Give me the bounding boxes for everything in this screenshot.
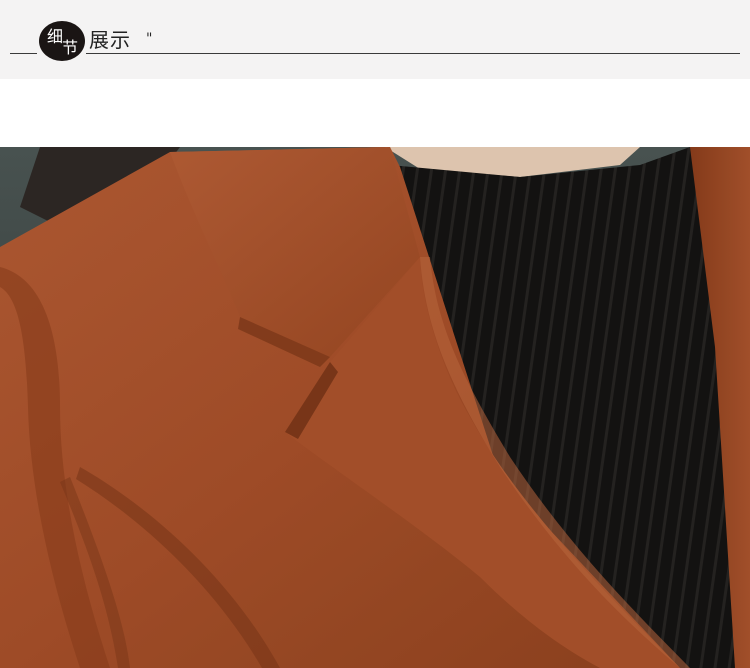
badge-char-2: 节: [62, 38, 79, 57]
detail-page: 细 节 展示 ": [0, 0, 750, 668]
coat-collar-illustration: [0, 147, 750, 668]
header-rule-right: [86, 53, 740, 54]
product-detail-photo: [0, 147, 750, 668]
detail-badge: 细 节: [39, 21, 85, 61]
title-quote-mark: ": [146, 31, 153, 47]
section-title: 展示: [89, 28, 131, 52]
section-header: 细 节 展示 ": [0, 0, 750, 79]
badge-char-1: 细: [47, 27, 64, 46]
header-rule-left: [10, 53, 37, 54]
